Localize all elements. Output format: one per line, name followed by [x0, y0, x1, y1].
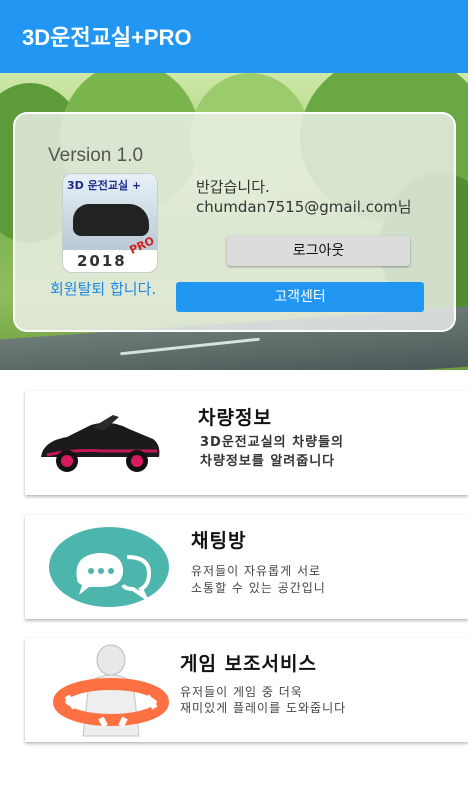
greeting-text: 반갑습니다.	[196, 178, 270, 196]
user-email: chumdan7515@gmail.com님	[196, 198, 412, 216]
app-logo-icon: 3D 운전교실 + 2018 PRO	[62, 173, 158, 273]
chat-bubbles-icon	[49, 527, 169, 607]
menu-title-game-support: 게임 보조서비스	[180, 653, 317, 675]
menu-item-game-support[interactable]: 게임 보조서비스 유저들이 게임 중 더욱 재미있게 플레이를 도와줍니다	[25, 638, 468, 742]
menu-desc-vehicle-info-1: 3D운전교실의 차량들의	[200, 435, 345, 450]
menu-desc-chat-room-2: 소통할 수 있는 공간입니	[191, 581, 326, 595]
menu-title-vehicle-info: 차량정보	[198, 407, 272, 429]
logo-car-icon	[73, 204, 149, 236]
menu-item-vehicle-info[interactable]: 차량정보 3D운전교실의 차량들의 차량정보를 알려줍니다	[25, 391, 468, 495]
logo-year: 2018	[77, 252, 127, 270]
withdraw-link[interactable]: 회원탈퇴 합니다.	[50, 278, 156, 299]
logout-button[interactable]: 로그아웃	[227, 236, 410, 266]
menu-desc-game-support-2: 재미있게 플레이를 도와줍니다	[180, 701, 347, 715]
menu-title-chat-room: 채팅방	[191, 530, 247, 552]
lifebuoy-helper-icon	[53, 644, 169, 737]
app-bar: 3D운전교실+PRO	[0, 0, 468, 73]
menu-item-chat-room[interactable]: 채팅방 유저들이 자유롭게 서로 소통할 수 있는 공간입니	[25, 515, 468, 619]
logo-label: 3D 운전교실 +	[67, 179, 142, 192]
sports-car-icon	[41, 415, 160, 472]
menu-desc-vehicle-info-2: 차량정보를 알려줍니다	[200, 454, 336, 469]
customer-center-button[interactable]: 고객센터	[176, 282, 424, 312]
app-title: 3D운전교실+PRO	[22, 25, 192, 50]
version-label: Version 1.0	[48, 145, 144, 166]
